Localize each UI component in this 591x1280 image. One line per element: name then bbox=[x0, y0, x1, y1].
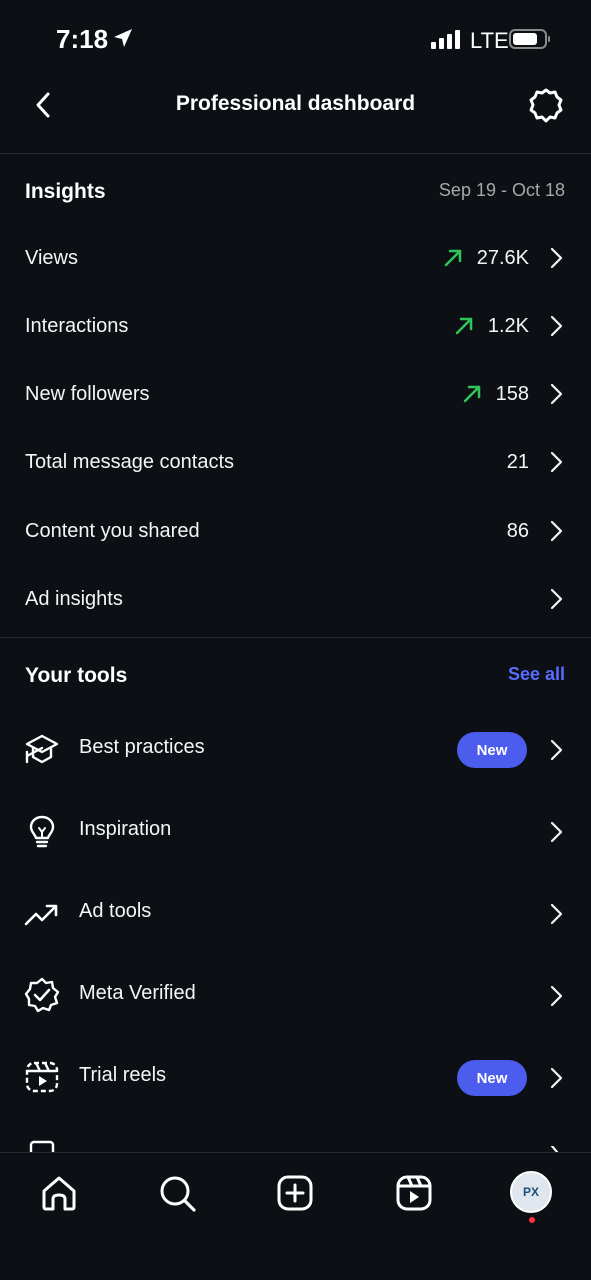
tool-row-inspiration[interactable]: Inspiration bbox=[0, 802, 591, 862]
page-title: Professional dashboard bbox=[175, 92, 416, 115]
insight-row-ad-insights[interactable]: Ad insights bbox=[0, 570, 591, 630]
insight-value: 158 bbox=[495, 382, 529, 405]
tool-row-best-practices[interactable]: Best practices New bbox=[0, 720, 591, 780]
lightbulb-icon bbox=[29, 815, 55, 848]
chevron-right-icon bbox=[550, 821, 563, 843]
tool-row-partial[interactable] bbox=[0, 1128, 591, 1152]
section-divider bbox=[0, 637, 591, 638]
trial-reels-icon bbox=[25, 1061, 59, 1093]
insight-label: Views bbox=[25, 247, 78, 269]
profile-avatar[interactable]: PX bbox=[510, 1171, 552, 1213]
verified-badge-icon bbox=[24, 977, 60, 1013]
tool-label: Inspiration bbox=[79, 818, 172, 840]
trend-up-arrow-icon bbox=[463, 385, 480, 403]
status-time: 7:18 bbox=[56, 24, 109, 54]
insight-value: 1.2K bbox=[487, 314, 529, 337]
see-all-link[interactable]: See all bbox=[508, 664, 565, 685]
insights-title: Insights bbox=[25, 180, 106, 203]
chevron-right-icon bbox=[550, 247, 563, 269]
insights-date-range[interactable]: Sep 19 - Oct 18 bbox=[439, 180, 565, 201]
tool-row-ad-tools[interactable]: Ad tools bbox=[0, 884, 591, 944]
insight-row-message-contacts[interactable]: Total message contacts 21 bbox=[0, 433, 591, 493]
chevron-right-icon bbox=[550, 903, 563, 925]
insight-label: Ad insights bbox=[25, 588, 123, 610]
chevron-right-icon bbox=[550, 451, 563, 473]
insight-value: 21 bbox=[506, 450, 529, 473]
insight-label: Content you shared bbox=[25, 520, 200, 542]
chevron-right-icon bbox=[550, 588, 563, 610]
trend-up-arrow-icon bbox=[455, 317, 473, 335]
tool-row-meta-verified[interactable]: Meta Verified bbox=[0, 966, 591, 1026]
chevron-right-icon bbox=[550, 1067, 563, 1089]
new-badge: New bbox=[457, 732, 527, 768]
header: Professional dashboard bbox=[0, 80, 591, 154]
battery-icon bbox=[509, 29, 550, 49]
insight-value: 27.6K bbox=[476, 246, 529, 269]
insight-value: 86 bbox=[506, 519, 529, 542]
chevron-right-icon bbox=[550, 315, 563, 337]
insight-label: Total message contacts bbox=[25, 451, 234, 473]
notification-dot bbox=[529, 1217, 535, 1223]
insight-row-interactions[interactable]: Interactions 1.2K bbox=[0, 297, 591, 357]
tool-label: Trial reels bbox=[79, 1064, 167, 1086]
insight-row-content-shared[interactable]: Content you shared 86 bbox=[0, 502, 591, 562]
insights-header: Insights Sep 19 - Oct 18 bbox=[0, 174, 591, 214]
chevron-right-icon bbox=[550, 520, 563, 542]
insight-row-new-followers[interactable]: New followers 158 bbox=[0, 365, 591, 425]
chevron-right-icon bbox=[550, 383, 563, 405]
new-badge: New bbox=[457, 1060, 527, 1096]
insight-row-views[interactable]: Views 27.6K bbox=[0, 229, 591, 289]
tool-label: Meta Verified bbox=[79, 982, 196, 1004]
tool-row-trial-reels[interactable]: Trial reels New bbox=[0, 1048, 591, 1108]
tool-label: Ad tools bbox=[79, 900, 152, 922]
location-arrow-icon bbox=[114, 29, 132, 47]
trend-up-arrow-icon bbox=[444, 249, 461, 267]
bottom-nav: PX bbox=[0, 1152, 591, 1280]
chevron-right-icon bbox=[550, 739, 563, 761]
reels-icon[interactable] bbox=[392, 1171, 436, 1215]
cellular-signal-icon bbox=[431, 30, 460, 49]
tool-label: Best practices bbox=[79, 736, 205, 758]
avatar-initials: PX bbox=[522, 1185, 539, 1199]
clipboard-icon bbox=[29, 1140, 55, 1152]
search-icon[interactable] bbox=[155, 1171, 199, 1215]
gear-icon[interactable] bbox=[526, 86, 566, 126]
insight-label: New followers bbox=[25, 383, 150, 405]
graduation-cap-icon bbox=[25, 734, 59, 764]
network-type: LTE bbox=[470, 28, 509, 53]
trend-up-icon bbox=[24, 904, 58, 926]
home-icon[interactable] bbox=[37, 1171, 81, 1215]
status-bar: 7:18 LTE bbox=[0, 0, 591, 80]
chevron-right-icon bbox=[550, 985, 563, 1007]
tools-header: Your tools See all bbox=[0, 658, 591, 698]
insight-label: Interactions bbox=[25, 315, 129, 337]
create-icon[interactable] bbox=[273, 1171, 317, 1215]
tools-title: Your tools bbox=[25, 664, 128, 687]
